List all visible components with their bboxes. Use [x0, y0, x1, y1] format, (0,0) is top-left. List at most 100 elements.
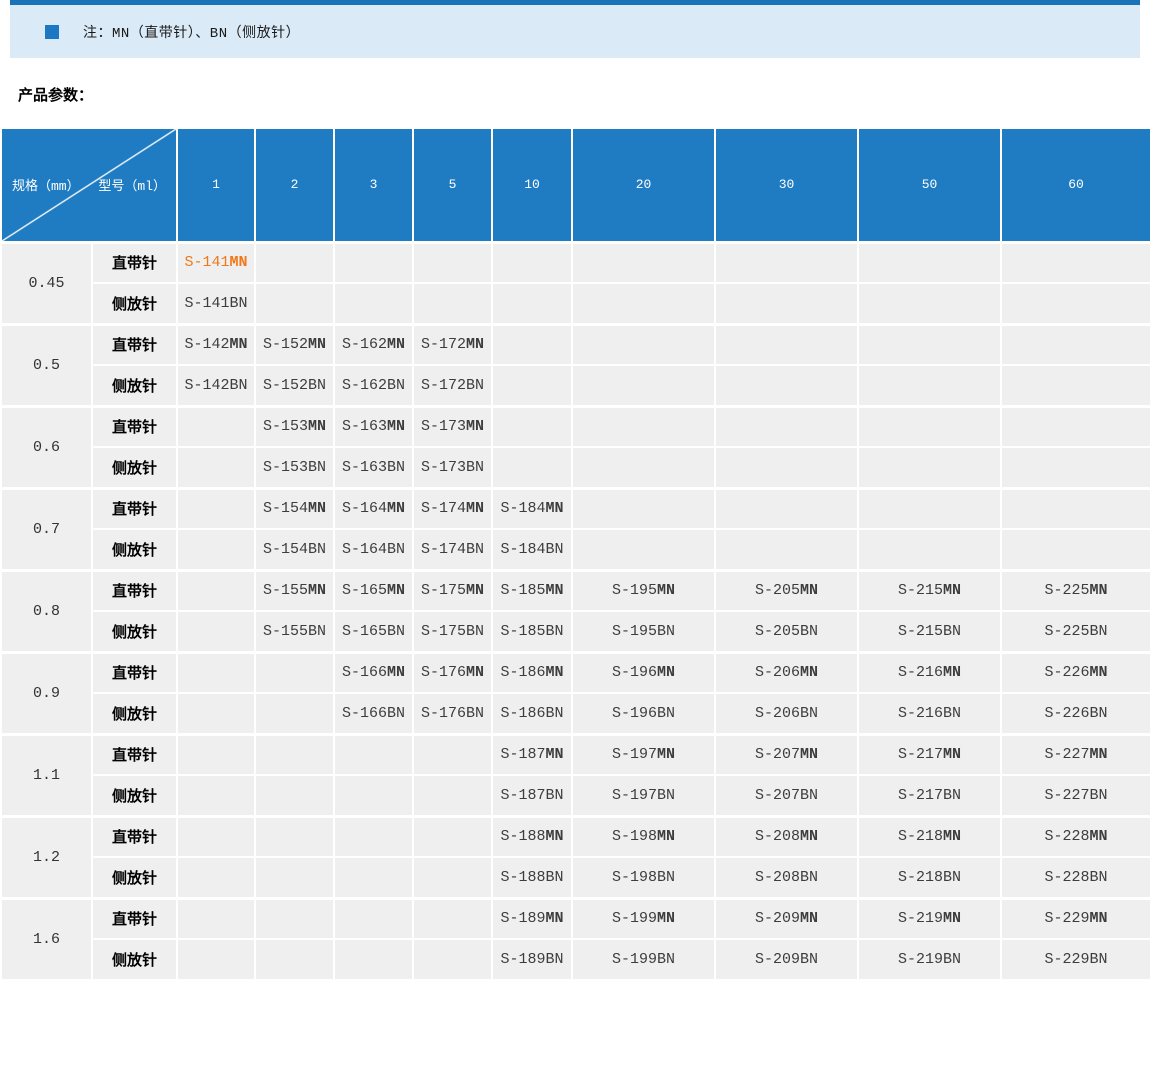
row-type-label-mn: 直带针	[91, 404, 178, 448]
empty-cell	[176, 446, 256, 489]
table-row-bn: 侧放针 S-141BN	[1, 282, 1150, 325]
empty-cell	[176, 486, 256, 530]
model-cell: S-206MN	[714, 650, 859, 694]
spec-cell: 1.2	[0, 814, 93, 899]
model-cell: S-174BN	[412, 528, 493, 571]
row-type-label-mn: 直带针	[91, 486, 178, 530]
model-cell: S-215MN	[857, 568, 1002, 612]
empty-cell	[412, 856, 493, 899]
model-cell: S-187MN	[491, 732, 573, 776]
model-cell: S-165BN	[333, 610, 414, 653]
model-cell: S-228BN	[1000, 856, 1150, 899]
empty-cell	[491, 446, 573, 489]
model-cell: S-226MN	[1000, 650, 1150, 694]
model-cell: S-208MN	[714, 814, 859, 858]
model-cell: S-217MN	[857, 732, 1002, 776]
spec-cell: 0.9	[0, 650, 93, 735]
model-cell: S-189BN	[491, 938, 573, 981]
row-type-label-mn: 直带针	[91, 814, 178, 858]
empty-cell	[857, 486, 1002, 530]
empty-cell	[857, 240, 1002, 284]
model-cell: S-172BN	[412, 364, 493, 407]
empty-cell	[254, 774, 335, 817]
empty-cell	[254, 282, 335, 325]
empty-cell	[857, 446, 1002, 489]
empty-cell	[571, 528, 716, 571]
corner-header: 规格（mm） 型号（ml）	[0, 127, 178, 243]
model-cell: S-185BN	[491, 610, 573, 653]
empty-cell	[254, 896, 335, 940]
model-cell: S-209BN	[714, 938, 859, 981]
empty-cell	[491, 322, 573, 366]
table-row-mn: 1.1 直带针 S-187MN S-197MN S-207MN S-217MN S-227M…	[0, 732, 1150, 817]
empty-cell	[176, 814, 256, 858]
model-cell: S-141BN	[176, 282, 256, 325]
model-cell: S-219BN	[857, 938, 1002, 981]
row-type-label-mn: 直带针	[91, 896, 178, 940]
model-cell: S-207MN	[714, 732, 859, 776]
model-cell: S-188MN	[491, 814, 573, 858]
model-cell: S-209MN	[714, 896, 859, 940]
model-cell: S-197MN	[571, 732, 716, 776]
empty-cell	[571, 322, 716, 366]
model-cell: S-198BN	[571, 856, 716, 899]
spec-cell: 0.6	[0, 404, 93, 489]
model-cell: S-162MN	[333, 322, 414, 366]
column-header-30ml: 30	[714, 127, 859, 243]
model-cell: S-174MN	[412, 486, 493, 530]
model-cell: S-226BN	[1000, 692, 1150, 735]
spec-cell: 0.8	[0, 568, 93, 653]
empty-cell	[571, 364, 716, 407]
model-cell: S-162BN	[333, 364, 414, 407]
model-cell: S-164MN	[333, 486, 414, 530]
column-header-5ml: 5	[412, 127, 493, 243]
model-cell: S-199MN	[571, 896, 716, 940]
table-row-mn: 0.8 直带针 S-155MN S-165MN S-175MN S-185MN S-195M…	[0, 568, 1150, 653]
empty-cell	[176, 856, 256, 899]
spec-cell: 0.45	[0, 240, 93, 325]
model-cell: S-208BN	[714, 856, 859, 899]
model-cell: S-154MN	[254, 486, 335, 530]
empty-cell	[254, 814, 335, 858]
empty-cell	[412, 282, 493, 325]
empty-cell	[857, 282, 1002, 325]
empty-cell	[176, 610, 256, 653]
empty-cell	[333, 856, 414, 899]
empty-cell	[491, 364, 573, 407]
column-header-1ml: 1	[176, 127, 256, 243]
model-cell: S-142BN	[176, 364, 256, 407]
row-type-label-bn: 侧放针	[91, 446, 178, 489]
row-type-label-mn: 直带针	[91, 322, 178, 366]
empty-cell	[176, 528, 256, 571]
empty-cell	[412, 774, 493, 817]
model-cell: S-197BN	[571, 774, 716, 817]
empty-cell	[254, 240, 335, 284]
model-cell: S-152MN	[254, 322, 335, 366]
model-cell: S-207BN	[714, 774, 859, 817]
model-cell: S-219MN	[857, 896, 1002, 940]
table-row-mn: 0.45 直带针 S-141MN	[0, 240, 1150, 325]
row-type-label-bn: 侧放针	[91, 282, 178, 325]
model-cell: S-184MN	[491, 486, 573, 530]
model-cell: S-166MN	[333, 650, 414, 694]
model-cell: S-189MN	[491, 896, 573, 940]
model-cell: S-153BN	[254, 446, 335, 489]
table-row-bn: 侧放针 S-153BN S-163BN S-173BN	[1, 446, 1150, 489]
model-cell: S-185MN	[491, 568, 573, 612]
model-link-highlight[interactable]: S-141MN	[176, 240, 256, 284]
table-row-mn: 0.7 直带针 S-154MN S-164MN S-174MN S-184MN	[0, 486, 1150, 571]
empty-cell	[333, 896, 414, 940]
empty-cell	[176, 404, 256, 448]
model-cell: S-164BN	[333, 528, 414, 571]
model-cell: S-184BN	[491, 528, 573, 571]
row-type-label-bn: 侧放针	[91, 692, 178, 735]
model-cell: S-173BN	[412, 446, 493, 489]
empty-cell	[176, 568, 256, 612]
empty-cell	[714, 404, 859, 448]
model-cell: S-196BN	[571, 692, 716, 735]
empty-cell	[491, 240, 573, 284]
empty-cell	[714, 322, 859, 366]
empty-cell	[333, 774, 414, 817]
model-cell: S-216MN	[857, 650, 1002, 694]
model-cell: S-163BN	[333, 446, 414, 489]
